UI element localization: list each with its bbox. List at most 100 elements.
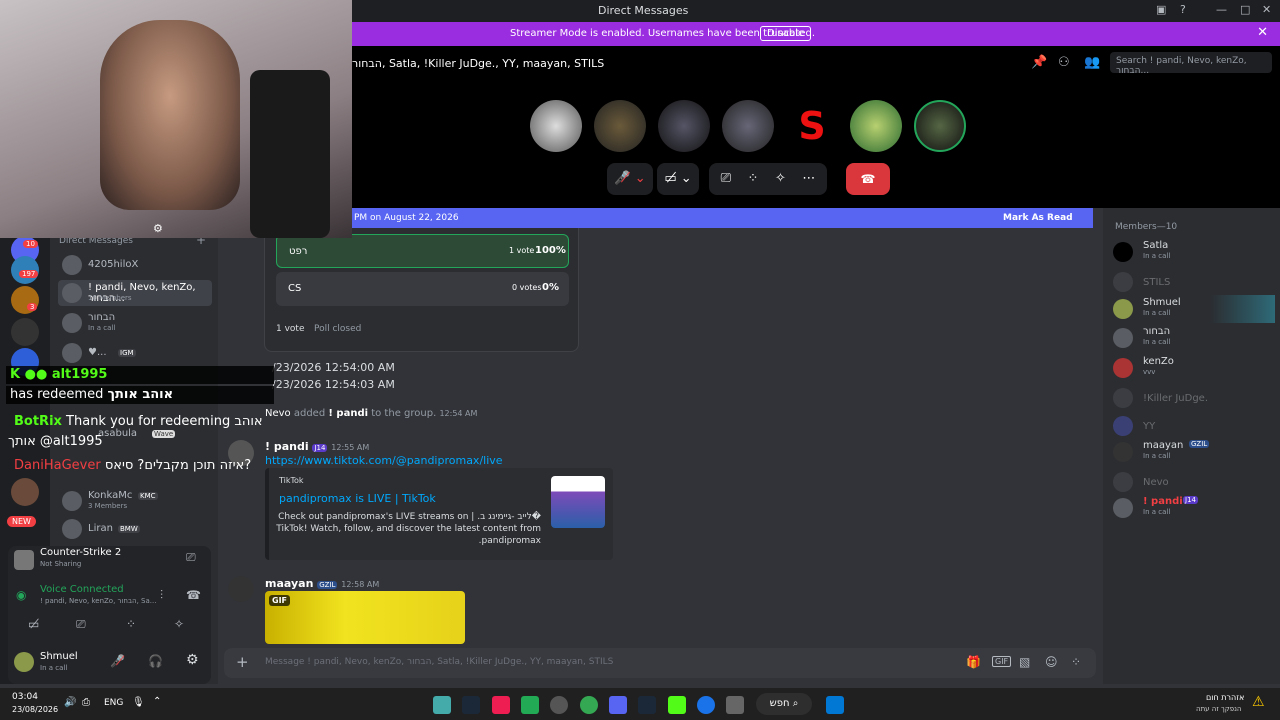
weather-sub[interactable]: הנפקך זה עתה	[1196, 705, 1241, 713]
message-link[interactable]: https://www.tiktok.com/@pandipromax/live	[265, 454, 503, 467]
search-button[interactable]: חפש ⌕	[756, 693, 812, 715]
more-icon[interactable]: ⋯	[802, 171, 815, 186]
avatar[interactable]	[850, 100, 902, 152]
list-item[interactable]: Liran BMW	[58, 516, 212, 542]
member-item[interactable]: STILS	[1113, 268, 1273, 296]
calculator-icon[interactable]	[726, 696, 744, 714]
leave-call-button[interactable]: ☎	[846, 163, 890, 195]
streamer	[100, 20, 240, 210]
app-icon[interactable]	[521, 696, 539, 714]
server-icon[interactable]	[11, 318, 39, 346]
warning-icon[interactable]: ⚠	[1252, 694, 1265, 710]
gif-attachment[interactable]: GIF	[265, 591, 465, 644]
app-icon[interactable]	[550, 696, 568, 714]
volume-icon[interactable]: 🔊	[64, 697, 76, 708]
disconnect-icon[interactable]: ☎	[186, 588, 201, 602]
avatar[interactable]	[530, 100, 582, 152]
list-item[interactable]: KonkaMc KMC 3 Members	[58, 488, 212, 514]
activities-icon[interactable]: ⁘	[748, 171, 759, 186]
member-item[interactable]: Nevo	[1113, 468, 1273, 496]
activities-icon[interactable]: ⁘	[126, 617, 136, 631]
chevron-up-icon[interactable]: ⌃	[153, 696, 161, 707]
discord-icon[interactable]	[609, 696, 627, 714]
member-item[interactable]: maayan GZIL In a call	[1113, 438, 1273, 466]
avatar[interactable]	[228, 576, 254, 602]
close-button[interactable]: ✕	[1262, 3, 1271, 16]
steam-icon[interactable]	[462, 696, 480, 714]
member-item[interactable]: Shmuel In a call	[1113, 295, 1275, 323]
gear-icon: ⚙	[153, 222, 163, 235]
avatar[interactable]	[914, 100, 966, 152]
avatar[interactable]	[722, 100, 774, 152]
gift-icon[interactable]: 🎁	[966, 655, 981, 669]
minimize-button[interactable]: —	[1216, 3, 1227, 16]
taskbar: 03:04 23/08/2026 🔊 ⎙ ENG 🎙 ⌃ חפש ⌕ אזהרת…	[0, 688, 1280, 720]
steam-icon[interactable]	[638, 696, 656, 714]
member-item[interactable]: !Killer JuDge.	[1113, 384, 1273, 412]
inbox-icon[interactable]: ▣	[1156, 3, 1166, 16]
mic-icon[interactable]: 🎙	[132, 697, 145, 708]
avatar[interactable]: S	[786, 100, 838, 152]
list-item[interactable]: 4205hiloX	[58, 252, 212, 278]
pin-icon[interactable]: 📌	[1031, 55, 1047, 70]
screen-share-icon[interactable]: ⎚	[721, 171, 731, 186]
upload-icon[interactable]: +	[236, 653, 249, 671]
disable-button[interactable]: Disable	[760, 26, 812, 41]
member-item[interactable]: kenZo vvv	[1113, 354, 1273, 382]
maximize-button[interactable]: □	[1240, 3, 1250, 16]
live-icon[interactable]	[668, 696, 686, 714]
sticker-icon[interactable]: ▧	[1019, 655, 1030, 669]
member-item[interactable]: ! pandi J14 In a call	[1113, 494, 1273, 522]
camera-off-icon[interactable]: ▭̸	[28, 617, 39, 631]
start-icon[interactable]	[826, 696, 844, 714]
user-panel: Counter-Strike 2 Not Sharing ⎚ ◉ Voice C…	[8, 546, 211, 684]
message-header: maayan GZIL 12:58 AM	[265, 577, 380, 590]
help-icon[interactable]: ?	[1180, 3, 1186, 16]
apps-icon[interactable]: ⁘	[1071, 655, 1081, 669]
search-input[interactable]: Search ! pandi, Nevo, kenZo, הבחור...	[1110, 52, 1272, 76]
weather-title[interactable]: אזהרת חום	[1206, 693, 1244, 702]
game-name: Counter-Strike 2	[40, 547, 122, 558]
soundboard-icon[interactable]: ✧	[775, 171, 786, 186]
app-icon[interactable]	[433, 696, 451, 714]
avatar[interactable]	[14, 652, 34, 672]
list-item[interactable]: ! pandi, Nevo, kenZo, הבחור... 10 Members	[58, 280, 212, 306]
mark-as-read-button[interactable]: Mark As Read	[1003, 213, 1073, 223]
language[interactable]: ENG	[104, 698, 123, 708]
gif-icon[interactable]: GIF	[992, 656, 1012, 667]
new-messages-bar[interactable]: PM on August 22, 2026 Mark As Read	[352, 208, 1093, 228]
network-icon[interactable]: ⎙	[82, 697, 90, 708]
clock-time[interactable]: 03:04	[12, 692, 38, 702]
app-icon[interactable]	[697, 696, 715, 714]
game-icon	[14, 550, 34, 570]
screen-share-icon[interactable]: ⎚	[76, 617, 86, 632]
avatar[interactable]	[658, 100, 710, 152]
emoji-icon[interactable]: ☺	[1045, 655, 1058, 669]
stream-icon[interactable]: ⎚	[186, 550, 196, 565]
embed-thumbnail[interactable]	[551, 476, 605, 528]
tiktok-icon[interactable]	[492, 696, 510, 714]
add-friends-icon[interactable]: ⚇	[1058, 55, 1070, 70]
member-list: Members—10 Satla In a call STILS Shmuel In…	[1103, 208, 1280, 684]
noise-icon[interactable]: ⫶	[160, 588, 163, 603]
avatar[interactable]	[594, 100, 646, 152]
soundboard-icon[interactable]: ✧	[174, 617, 184, 631]
message-composer[interactable]: + Message ! pandi, Nevo, kenZo, הבחור, S…	[224, 648, 1096, 678]
mute-button[interactable]: 🎤̸ ⌄	[607, 163, 653, 195]
close-icon[interactable]: ✕	[1257, 25, 1268, 40]
list-item[interactable]: הבחור In a call	[58, 310, 212, 336]
server-icon[interactable]	[11, 478, 39, 506]
embed-title[interactable]: pandipromax is LIVE | TikTok	[279, 492, 436, 505]
chrome-icon[interactable]	[580, 696, 598, 714]
member-item[interactable]: Satla In a call	[1113, 238, 1273, 266]
message-input[interactable]: Message ! pandi, Nevo, kenZo, הבחור, Sat…	[265, 657, 613, 667]
headphones-icon[interactable]: 🎧	[148, 654, 163, 668]
gear-icon[interactable]: ⚙	[186, 652, 199, 668]
members-icon[interactable]: 👥	[1084, 55, 1100, 70]
member-item[interactable]: YY	[1113, 412, 1273, 440]
clock-date[interactable]: 23/08/2026	[12, 705, 58, 714]
member-item[interactable]: הבחור In a call	[1113, 324, 1273, 352]
camera-button[interactable]: ▭̸ ⌄	[657, 163, 699, 195]
message-header: ! pandi J14 12:55 AM	[265, 440, 370, 453]
mic-muted-icon[interactable]: 🎤̸	[110, 654, 125, 668]
